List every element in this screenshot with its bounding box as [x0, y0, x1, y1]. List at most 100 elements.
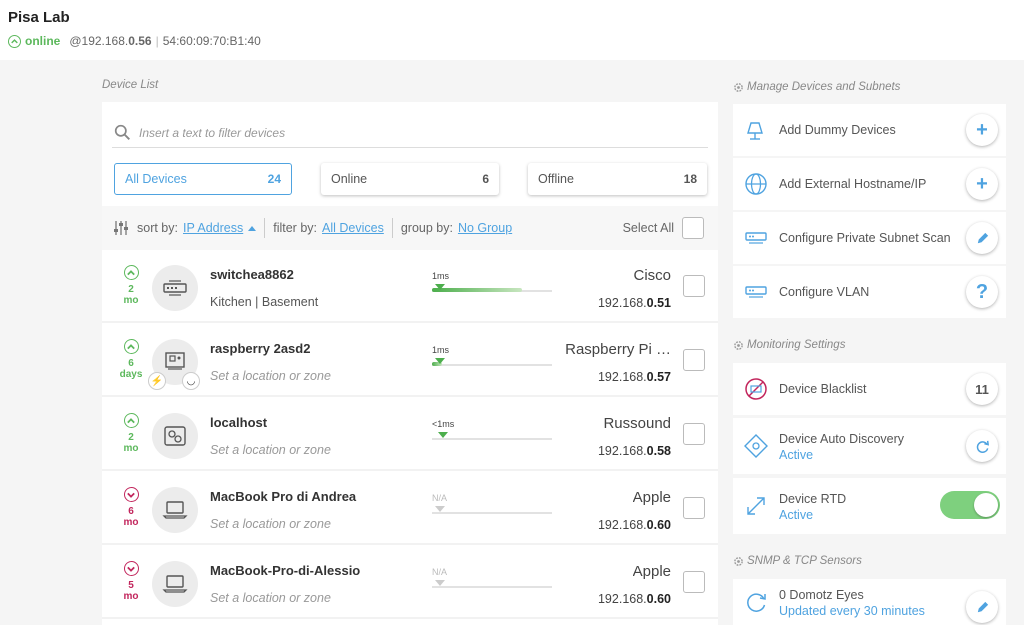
- device-location[interactable]: Set a location or zone: [210, 517, 331, 531]
- blacklist-count-button[interactable]: 11: [966, 373, 998, 405]
- device-status: 6 days: [120, 339, 142, 380]
- gears-device-icon: [164, 426, 186, 446]
- shield-icon: ◡: [182, 372, 200, 390]
- filter-by-link[interactable]: All Devices: [322, 221, 384, 235]
- status-age-unit: mo: [123, 443, 139, 454]
- filter-label: All Devices: [125, 172, 187, 186]
- latency-bar: N/A: [432, 567, 554, 597]
- device-vendor: Apple: [632, 489, 671, 506]
- device-status: 2 mo: [120, 413, 142, 454]
- device-name[interactable]: localhost: [210, 415, 267, 430]
- rtd-toggle[interactable]: [940, 491, 1000, 519]
- device-status: 2 mo: [120, 265, 142, 306]
- status-up-icon: [123, 413, 139, 428]
- device-select-checkbox[interactable]: [683, 571, 705, 593]
- latency-marker-icon: [435, 506, 445, 512]
- device-location[interactable]: Kitchen | Basement: [210, 295, 318, 309]
- globe-icon: [745, 173, 767, 195]
- filter-offline[interactable]: Offline 18: [528, 163, 707, 195]
- device-select-checkbox[interactable]: [683, 497, 705, 519]
- status-up-icon: [123, 265, 139, 280]
- device-status: 6 mo: [120, 487, 142, 528]
- online-status-icon: [8, 34, 21, 48]
- device-location[interactable]: Set a location or zone: [210, 443, 331, 457]
- card-label: Configure VLAN: [779, 285, 870, 299]
- card-label: Device Auto Discovery: [779, 432, 905, 446]
- filter-all-devices[interactable]: All Devices 24: [114, 163, 292, 195]
- agent-status: online: [25, 34, 61, 48]
- filter-count: 6: [482, 172, 489, 186]
- select-all-checkbox[interactable]: [682, 217, 704, 239]
- device-select-checkbox[interactable]: [683, 349, 705, 371]
- group-by-link[interactable]: No Group: [458, 221, 512, 235]
- add-dummy-devices-button[interactable]: +: [966, 114, 998, 146]
- search-icon: [114, 124, 130, 140]
- device-select-checkbox[interactable]: [683, 423, 705, 445]
- device-row[interactable]: 6 days ⚡ ◡ raspberry 2asd2 Set a locatio…: [102, 325, 718, 397]
- device-vendor: Apple: [632, 563, 671, 580]
- edit-sensors-button[interactable]: [966, 591, 998, 623]
- card-label: 0 Domotz Eyes: [779, 588, 864, 602]
- gear-icon: [734, 82, 743, 92]
- sort-by-link[interactable]: IP Address: [183, 221, 243, 235]
- device-vendor: Raspberry Pi …: [565, 341, 671, 358]
- device-row[interactable]: 6 mo MacBook Pro di Andrea Set a locatio…: [102, 473, 718, 545]
- divider: [264, 218, 266, 238]
- device-list-panel: All Devices 24 Online 6 Offline 18 sort …: [102, 102, 718, 625]
- filter-online[interactable]: Online 6: [321, 163, 499, 195]
- pencil-icon: [977, 601, 988, 612]
- device-row[interactable]: 5 mo MacBook-Pro-di-Alessio Set a locati…: [102, 547, 718, 619]
- device-row[interactable]: 2 mo localhost Set a location or zone <1…: [102, 399, 718, 471]
- agent-header: Pisa Lab online @192.168.0.56 | 54:60:09…: [0, 0, 1024, 60]
- device-location[interactable]: Set a location or zone: [210, 591, 331, 605]
- device-ip: 192.168.0.57: [597, 370, 671, 384]
- agent-ip: @192.168.0.56: [69, 34, 152, 48]
- latency-value: N/A: [432, 493, 448, 503]
- sort-ascending-icon[interactable]: [248, 225, 257, 231]
- monitoring-section-title: Monitoring Settings: [733, 339, 845, 351]
- device-location[interactable]: Set a location or zone: [210, 369, 331, 383]
- select-all: Select All: [623, 217, 704, 239]
- filter-label: Offline: [538, 172, 574, 186]
- device-rtd-card[interactable]: Device RTD Active: [733, 478, 1006, 534]
- latency-marker-icon: [435, 580, 445, 586]
- search-bar: [112, 118, 708, 148]
- private-subnet-scan-card[interactable]: Configure Private Subnet Scan: [733, 212, 1006, 264]
- device-search-input[interactable]: [139, 125, 639, 140]
- card-text: Device RTD Active: [779, 490, 846, 522]
- card-text: Device Auto Discovery Active: [779, 430, 904, 462]
- add-external-host-card[interactable]: Add External Hostname/IP +: [733, 158, 1006, 210]
- laptop-icon: [162, 501, 188, 519]
- auto-discovery-card[interactable]: Device Auto Discovery Active: [733, 418, 1006, 474]
- switch-icon: [163, 280, 187, 296]
- device-name[interactable]: MacBook-Pro-di-Alessio: [210, 563, 360, 578]
- domotz-eyes-card[interactable]: 0 Domotz Eyes Updated every 30 minutes: [733, 579, 1006, 625]
- edit-subnet-scan-button[interactable]: [966, 222, 998, 254]
- sliders-icon: [114, 221, 128, 235]
- add-external-host-button[interactable]: +: [966, 168, 998, 200]
- latency-track: [432, 364, 552, 366]
- device-blacklist-card[interactable]: Device Blacklist 11: [733, 363, 1006, 415]
- blacklist-icon: [745, 378, 767, 400]
- configure-vlan-card[interactable]: Configure VLAN ?: [733, 266, 1006, 318]
- device-row[interactable]: 2 mo switchea8862 Kitchen | Basement 1ms…: [102, 251, 718, 323]
- device-name[interactable]: MacBook Pro di Andrea: [210, 489, 356, 504]
- network-icon: [745, 232, 767, 244]
- vlan-help-button[interactable]: ?: [966, 276, 998, 308]
- device-name[interactable]: switchea8862: [210, 267, 294, 282]
- refresh-discovery-button[interactable]: [966, 430, 998, 462]
- device-name[interactable]: raspberry 2asd2: [210, 341, 310, 356]
- agent-name: Pisa Lab: [8, 9, 70, 26]
- device-avatar: [152, 413, 198, 459]
- add-dummy-devices-card[interactable]: Add Dummy Devices +: [733, 104, 1006, 156]
- latency-bar: N/A: [432, 493, 554, 523]
- card-label: Configure Private Subnet Scan: [779, 231, 951, 245]
- gear-icon: [734, 340, 743, 350]
- card-label: Device Blacklist: [779, 382, 867, 396]
- status-age-value: 6: [128, 358, 134, 369]
- latency-marker-icon: [438, 432, 448, 438]
- device-select-checkbox[interactable]: [683, 275, 705, 297]
- latency-value: <1ms: [432, 419, 455, 429]
- status-age-value: 5: [128, 580, 134, 591]
- latency-track: [432, 586, 552, 588]
